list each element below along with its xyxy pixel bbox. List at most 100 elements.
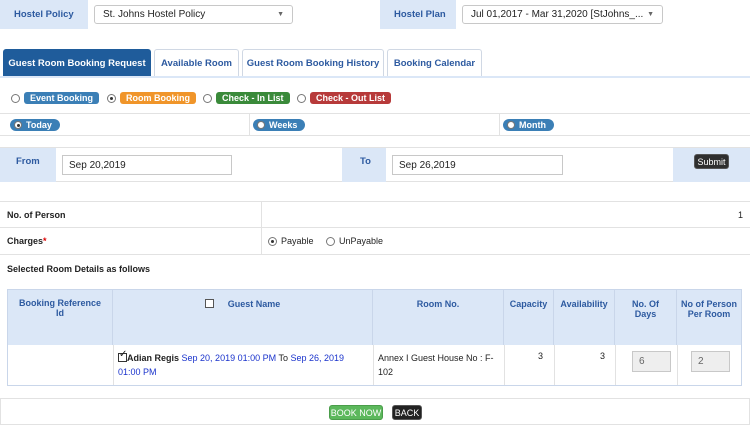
persons-divider (261, 202, 262, 228)
actions-bar: BOOK NOW BACK (0, 398, 750, 425)
from-date-value: Sep 20,2019 (69, 159, 126, 171)
back-button[interactable]: BACK (392, 405, 422, 420)
persons-row: No. of Person 1 (0, 201, 750, 228)
date-range-row: From Sep 20,2019 To Sep 26,2019 Submit (0, 147, 750, 182)
persons-per-room-value: 2 (698, 356, 704, 367)
required-mark: * (43, 236, 47, 246)
select-all-checkbox[interactable] (204, 299, 214, 308)
tab-label: Available Room (161, 57, 232, 69)
cell-divider (615, 345, 616, 385)
header-label: Booking Reference Id (18, 298, 102, 318)
period-today-button[interactable]: Today (10, 119, 60, 131)
header-label: Availability (560, 299, 608, 309)
hostel-policy-select[interactable]: St. Johns Hostel Policy ▼ (94, 5, 293, 24)
submit-button[interactable]: Submit (694, 154, 729, 169)
header-label: Guest Name (227, 299, 281, 309)
capacity-cell: 3 (538, 351, 544, 361)
book-now-button[interactable]: BOOK NOW (329, 405, 383, 420)
submit-label: Submit (697, 156, 726, 167)
col-persons-per-room: No of Person Per Room (677, 290, 741, 345)
header-label: No. Of Days (632, 299, 659, 319)
tab-label: Guest Room Booking Request (8, 57, 146, 69)
guest-name: Adian Regis (127, 353, 180, 363)
room-no-cell: Annex I Guest House No : F-102 (378, 351, 498, 379)
event-booking-pill: Event Booking (24, 92, 100, 104)
header-label: No of Person Per Room (681, 299, 738, 319)
to-date-input[interactable]: Sep 26,2019 (392, 155, 563, 175)
cell-divider (554, 345, 555, 385)
tab-booking-calendar[interactable]: Booking Calendar (387, 49, 482, 76)
col-availability: Availability (554, 290, 615, 345)
radio-circle[interactable] (268, 236, 277, 246)
col-capacity: Capacity (504, 290, 554, 345)
hostel-plan-label: Hostel Plan (394, 9, 446, 20)
room-table: Booking Reference Id Guest Name Room No.… (7, 289, 742, 386)
back-label: BACK (394, 407, 420, 418)
from-date-input[interactable]: Sep 20,2019 (62, 155, 232, 175)
tab-available-room[interactable]: Available Room (154, 49, 239, 76)
radio-check-out-list[interactable]: Check - Out List (297, 92, 392, 104)
tab-label: Booking Calendar (393, 57, 476, 69)
period-weeks-label: Weeks (269, 120, 298, 130)
radio-circle[interactable] (203, 93, 212, 103)
days-input[interactable]: 6 (632, 351, 671, 372)
cell-divider (113, 345, 114, 385)
check-out-pill: Check - Out List (310, 92, 392, 104)
radio-payable[interactable]: Payable (268, 236, 314, 246)
radio-circle[interactable] (297, 93, 306, 103)
radio-circle (257, 121, 265, 129)
table-header: Booking Reference Id Guest Name Room No.… (8, 290, 741, 345)
charges-row: Charges* Payable UnPayable (0, 228, 750, 255)
period-month-label: Month (519, 120, 546, 130)
guest-name-cell: ✓ Adian Regis Sep 20, 2019 01:00 PM To S… (118, 350, 368, 379)
booking-type-row: Event Booking Room Booking Check - In Li… (0, 78, 750, 106)
hostel-plan-label-cell: Hostel Plan (380, 0, 456, 29)
charges-label: Charges* (7, 236, 47, 246)
table-row: ✓ Adian Regis Sep 20, 2019 01:00 PM To S… (8, 345, 741, 385)
col-days: No. Of Days (615, 290, 677, 345)
col-room-no: Room No. (373, 290, 504, 345)
col-booking-ref: Booking Reference Id (8, 290, 113, 345)
cell-divider (373, 345, 374, 385)
radio-event-booking[interactable]: Event Booking (11, 92, 100, 104)
radio-room-booking[interactable]: Room Booking (107, 92, 196, 104)
unpayable-label: UnPayable (339, 236, 384, 246)
tab-guest-room-booking-request[interactable]: Guest Room Booking Request (3, 49, 151, 76)
guest-to-word: To (278, 353, 288, 363)
room-no-value: Annex I Guest House No : F-102 (378, 353, 494, 377)
cell-divider (504, 345, 505, 385)
radio-circle[interactable] (107, 93, 116, 103)
radio-check-in-list[interactable]: Check - In List (203, 92, 290, 104)
charges-divider (261, 228, 262, 254)
from-label: From (16, 156, 40, 167)
book-now-label: BOOK NOW (330, 407, 382, 418)
period-today-label: Today (26, 120, 52, 130)
period-month-button[interactable]: Month (503, 119, 554, 131)
radio-circle[interactable] (11, 93, 20, 103)
guest-checkbox[interactable]: ✓ (118, 350, 127, 362)
payable-label: Payable (281, 236, 314, 246)
radio-unpayable[interactable]: UnPayable (326, 236, 383, 246)
tab-label: Guest Room Booking History (246, 57, 380, 69)
period-weeks-button[interactable]: Weeks (253, 119, 306, 131)
header-label: Capacity (509, 299, 548, 309)
check-in-pill: Check - In List (216, 92, 290, 104)
persons-per-room-input[interactable]: 2 (691, 351, 730, 372)
guest-from-date: Sep 20, 2019 01:00 PM (181, 353, 277, 363)
persons-value: 1 (737, 210, 743, 220)
hostel-plan-select[interactable]: Jul 01,2017 - Mar 31,2020 [StJohns_... ▼ (462, 5, 663, 24)
to-date-value: Sep 26,2019 (399, 159, 456, 171)
persons-label: No. of Person (7, 210, 66, 220)
period-row: Today Weeks Month (0, 113, 750, 136)
hostel-policy-label: Hostel Policy (14, 9, 74, 20)
period-divider (499, 114, 500, 136)
period-divider (249, 114, 250, 136)
hostel-plan-value: Jul 01,2017 - Mar 31,2020 [StJohns_... (471, 9, 644, 20)
radio-circle[interactable] (326, 236, 335, 246)
tab-booking-history[interactable]: Guest Room Booking History (242, 49, 384, 76)
from-label-cell: From (0, 148, 56, 182)
header-label: Room No. (416, 299, 460, 309)
cell-divider (677, 345, 678, 385)
availability-cell: 3 (600, 351, 606, 361)
chevron-down-icon: ▼ (647, 11, 654, 18)
